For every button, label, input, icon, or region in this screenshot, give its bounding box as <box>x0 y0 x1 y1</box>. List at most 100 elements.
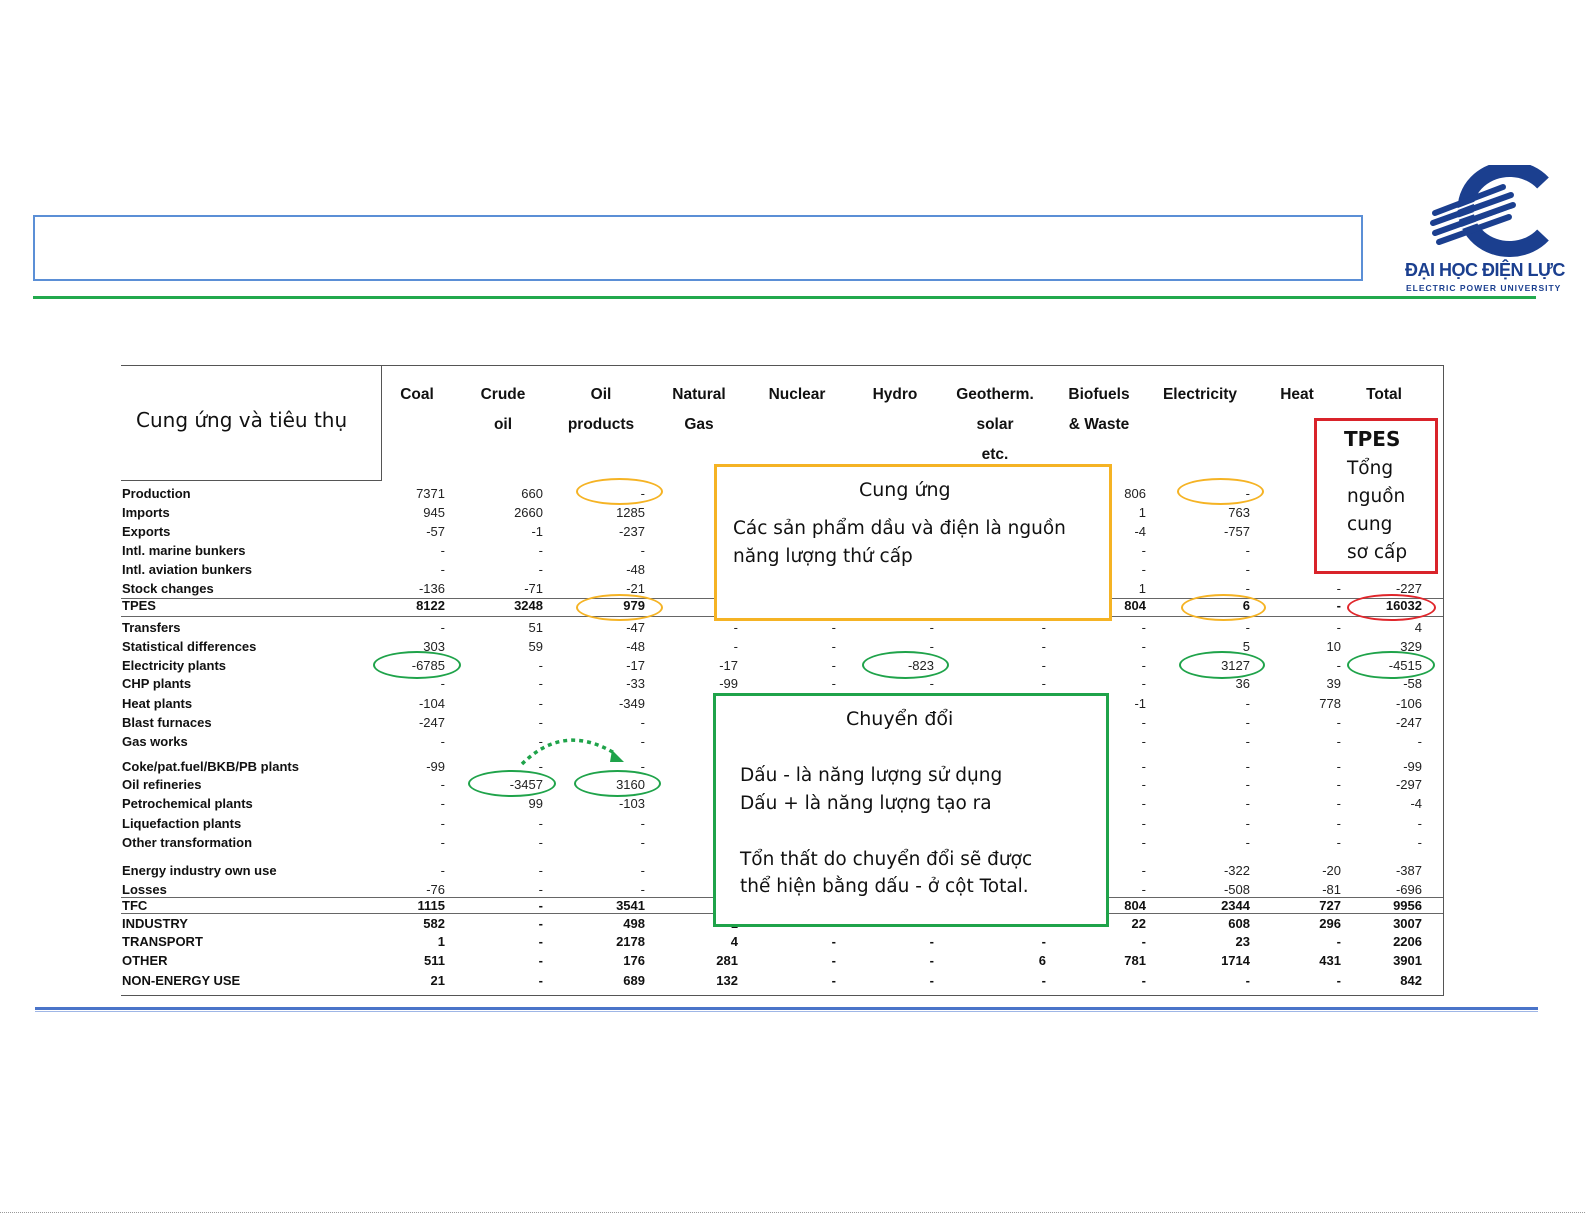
table-cell: - <box>831 639 836 654</box>
table-cell: - <box>1336 620 1341 635</box>
column-header-2-line1: Crude <box>480 386 526 403</box>
transformation-callout-line-3: Tổn thất do chuyển đổi sẽ được <box>740 849 1033 870</box>
supply-callout-text-2: năng lượng thứ cấp <box>733 546 913 567</box>
table-cell: - <box>1336 973 1341 988</box>
table-cell: - <box>1245 796 1250 811</box>
table-cell: 778 <box>1319 696 1341 711</box>
table-cell: - <box>538 863 543 878</box>
table-cell: - <box>929 620 934 635</box>
conversion-arrow-icon <box>520 738 624 766</box>
table-cell: -322 <box>1223 863 1250 878</box>
table-cell: 689 <box>623 973 645 988</box>
table-cell: - <box>1245 562 1250 577</box>
highlight-total-electricity-plants <box>1347 651 1435 679</box>
table-cell: 3007 <box>1393 916 1422 931</box>
table-cell: -237 <box>618 524 645 539</box>
table-cell: - <box>440 816 445 831</box>
table-cell: - <box>538 973 543 988</box>
table-cell: 660 <box>521 486 543 501</box>
table-cell: - <box>640 882 645 897</box>
row-label: Coke/pat.fuel/BKB/PB plants <box>122 759 299 774</box>
highlight-electricity-electricity-plants <box>1179 651 1265 679</box>
table-cell: 498 <box>623 916 645 931</box>
table-cell: -696 <box>1395 882 1422 897</box>
table-cell: 781 <box>1124 953 1146 968</box>
row-label: Transfers <box>122 620 181 635</box>
table-cell: 281 <box>716 953 738 968</box>
table-cell: 7371 <box>416 486 445 501</box>
table-cell: 6 <box>1038 953 1046 968</box>
table-cell: 3901 <box>1393 953 1422 968</box>
table-cell: - <box>538 816 543 831</box>
row-label: Other transformation <box>122 835 253 850</box>
table-cell: -47 <box>626 620 645 635</box>
transformation-callout: Chuyển đổi Dấu - là năng lượng sử dụng D… <box>713 693 1109 927</box>
table-cell: 945 <box>423 505 445 520</box>
table-cell: -99 <box>426 759 445 774</box>
table-cell: 8122 <box>416 598 445 613</box>
table-cell: 59 <box>528 639 543 654</box>
table-cell: -48 <box>626 639 645 654</box>
row-label: Blast furnaces <box>122 715 212 730</box>
row-label: Oil refineries <box>122 777 202 792</box>
supply-callout: Cung ứng Các sản phẩm dầu và điện là ngu… <box>714 464 1112 621</box>
table-cell: - <box>929 973 934 988</box>
table-cell: 3248 <box>514 598 543 613</box>
table-cell: - <box>929 934 934 949</box>
tpes-callout-line-3: cung <box>1347 514 1393 535</box>
table-cell: - <box>1336 715 1341 730</box>
table-cell: 842 <box>1400 973 1422 988</box>
table-cell: - <box>640 863 645 878</box>
highlight-hydro-electricity-plants <box>862 651 949 679</box>
table-cell: - <box>1041 676 1046 691</box>
table-cell: - <box>831 620 836 635</box>
table-cell: - <box>1245 777 1250 792</box>
table-cell: 2178 <box>616 934 645 949</box>
table-cell: - <box>1141 676 1146 691</box>
table-cell: - <box>1141 973 1146 988</box>
table-cell: - <box>929 953 934 968</box>
table-cell: - <box>538 835 543 850</box>
table-cell: 176 <box>623 953 645 968</box>
table-cell: 608 <box>1228 916 1250 931</box>
table-cell: - <box>1141 639 1146 654</box>
table-cell: -48 <box>626 562 645 577</box>
table-cell: - <box>1041 620 1046 635</box>
table-cell: - <box>640 543 645 558</box>
table-cell: - <box>831 953 836 968</box>
row-label: Energy industry own use <box>122 863 277 878</box>
table-cell: - <box>1245 715 1250 730</box>
header-corner-bottom <box>121 480 382 481</box>
table-cell: - <box>440 863 445 878</box>
table-cell: - <box>1417 835 1422 850</box>
table-cell: -57 <box>426 524 445 539</box>
table-cell: - <box>1336 835 1341 850</box>
table-corner-label: Cung ứng và tiêu thụ <box>136 408 348 432</box>
row-label: TFC <box>122 898 148 913</box>
table-cell: - <box>538 916 543 931</box>
row-label: Electricity plants <box>122 658 227 673</box>
table-cell: -247 <box>1395 715 1422 730</box>
row-label: Gas works <box>122 734 188 749</box>
table-cell: -106 <box>1395 696 1422 711</box>
table-cell: - <box>1041 658 1046 673</box>
table-cell: -757 <box>1223 524 1250 539</box>
table-cell: 21 <box>430 973 445 988</box>
transformation-callout-line-1: Dấu - là năng lượng sử dụng <box>740 765 1003 786</box>
table-cell: 296 <box>1319 916 1341 931</box>
row-label: INDUSTRY <box>122 916 188 931</box>
table-cell: - <box>733 639 738 654</box>
table-cell: 1285 <box>616 505 645 520</box>
table-cell: - <box>538 676 543 691</box>
table-cell: - <box>1336 598 1341 613</box>
table-cell: - <box>1417 734 1422 749</box>
footer-divider-thin <box>35 1011 1538 1012</box>
table-cell: -81 <box>1322 882 1341 897</box>
column-header-9-line1: Electricity <box>1162 386 1238 403</box>
table-cell: - <box>831 658 836 673</box>
column-header-4-line2: Gas <box>684 416 714 433</box>
table-cell: -349 <box>618 696 645 711</box>
table-cell: -103 <box>618 796 645 811</box>
table-cell: - <box>1336 734 1341 749</box>
row-label: Liquefaction plants <box>122 816 242 831</box>
